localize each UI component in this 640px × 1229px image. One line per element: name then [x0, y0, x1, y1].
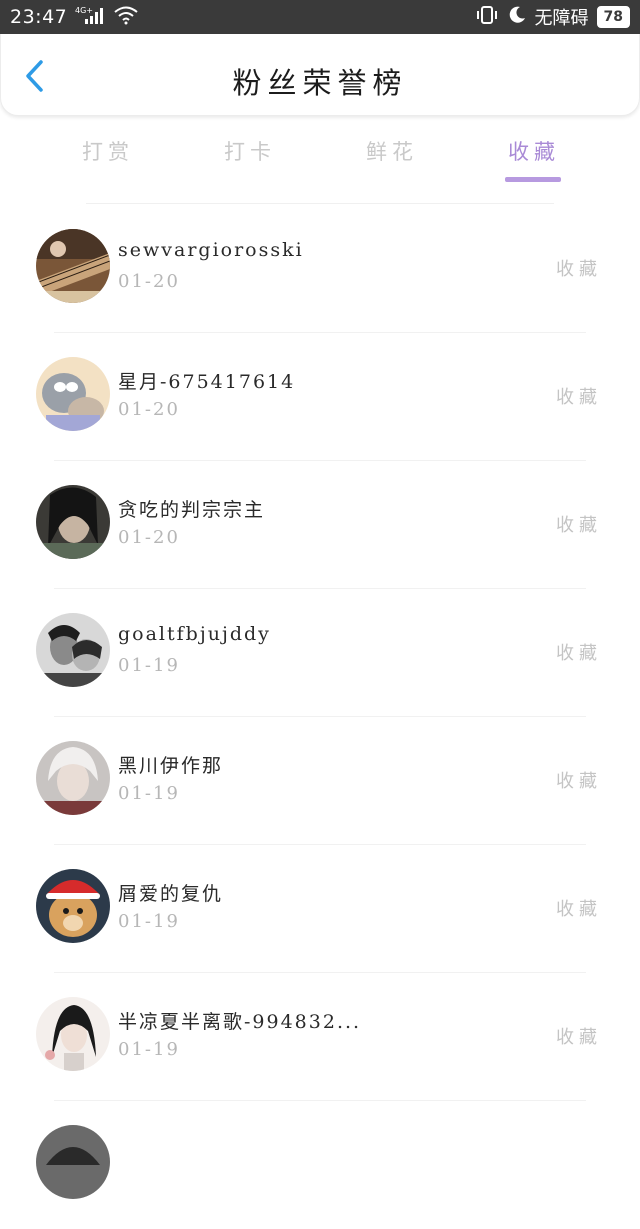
moon-icon: [507, 5, 527, 30]
avatar[interactable]: [36, 997, 110, 1071]
vibrate-icon: [475, 5, 499, 30]
fan-name: 屑爱的复仇: [118, 883, 224, 905]
cartoon-cat-avatar: [36, 357, 110, 431]
favorite-label: 收藏: [556, 515, 602, 536]
favorite-label: 收藏: [556, 1027, 602, 1048]
wifi-icon: [113, 5, 139, 29]
fan-name: goaltfbjujddy: [118, 623, 271, 645]
status-left: 23:47 4G+: [10, 5, 139, 29]
fan-date: 01-19: [118, 1039, 180, 1060]
signal-icon: 4G+: [75, 5, 105, 29]
tab-checkin[interactable]: 打卡: [190, 136, 310, 166]
fan-date: 01-20: [118, 271, 180, 292]
avatar[interactable]: [36, 1125, 110, 1199]
fan-name: 贪吃的判宗宗主: [118, 499, 266, 521]
list-item[interactable]: 贪吃的判宗宗主 01-20 收藏: [0, 461, 640, 589]
tab-bar: 打赏 打卡 鲜花 收藏: [0, 130, 640, 190]
list-item[interactable]: 星月-675417614 01-20 收藏: [0, 333, 640, 461]
favorite-label: 收藏: [556, 259, 602, 280]
anime-silver-hair-avatar: [36, 741, 110, 815]
dark-portrait-avatar: [36, 485, 110, 559]
fan-name: 半凉夏半离歌-994832...: [118, 1011, 362, 1033]
tab-flowers[interactable]: 鲜花: [332, 136, 452, 166]
active-tab-indicator: [505, 177, 561, 182]
status-time: 23:47: [10, 6, 68, 28]
list-item[interactable]: 半凉夏半离歌-994832... 01-19 收藏: [0, 973, 640, 1101]
fan-list: sewvargiorosski 01-20 收藏 星月-675417614 01…: [0, 205, 640, 1229]
avatar[interactable]: [36, 741, 110, 815]
fan-date: 01-19: [118, 655, 180, 676]
fan-date: 01-20: [118, 399, 180, 420]
couple-bw-avatar: [36, 613, 110, 687]
list-item[interactable]: goaltfbjujddy 01-19 收藏: [0, 589, 640, 717]
dog-santa-hat-avatar: [36, 869, 110, 943]
list-item[interactable]: [0, 1101, 640, 1229]
battery-indicator: 78: [596, 6, 630, 28]
favorite-label: 收藏: [556, 899, 602, 920]
favorite-label: 收藏: [556, 643, 602, 664]
divider: [86, 203, 554, 204]
status-bar: 23:47 4G+ 无障碍 78: [0, 0, 640, 34]
avatar[interactable]: [36, 485, 110, 559]
fan-name: 星月-675417614: [118, 371, 296, 393]
list-item[interactable]: 黑川伊作那 01-19 收藏: [0, 717, 640, 845]
favorite-label: 收藏: [556, 387, 602, 408]
avatar[interactable]: [36, 229, 110, 303]
fan-date: 01-19: [118, 911, 180, 932]
favorite-label: 收藏: [556, 771, 602, 792]
status-right: 无障碍 78: [475, 4, 630, 30]
partial-avatar: [36, 1125, 110, 1199]
avatar[interactable]: [36, 613, 110, 687]
avatar[interactable]: [36, 357, 110, 431]
network-type-label: 4G+: [75, 6, 93, 15]
tab-favorites[interactable]: 收藏: [474, 136, 594, 166]
ink-portrait-avatar: [36, 997, 110, 1071]
page-title: 粉丝荣誉榜: [232, 66, 408, 100]
list-item[interactable]: sewvargiorosski 01-20 收藏: [0, 205, 640, 333]
guzheng-avatar: [36, 229, 110, 303]
tab-reward[interactable]: 打赏: [48, 136, 168, 166]
fan-name: 黑川伊作那: [118, 755, 224, 777]
avatar[interactable]: [36, 869, 110, 943]
list-item[interactable]: 屑爱的复仇 01-19 收藏: [0, 845, 640, 973]
header: 粉丝荣誉榜: [0, 34, 640, 116]
fan-name: sewvargiorosski: [118, 239, 304, 261]
fan-date: 01-20: [118, 527, 180, 548]
accessibility-label: 无障碍: [534, 8, 589, 29]
fan-date: 01-19: [118, 783, 180, 804]
